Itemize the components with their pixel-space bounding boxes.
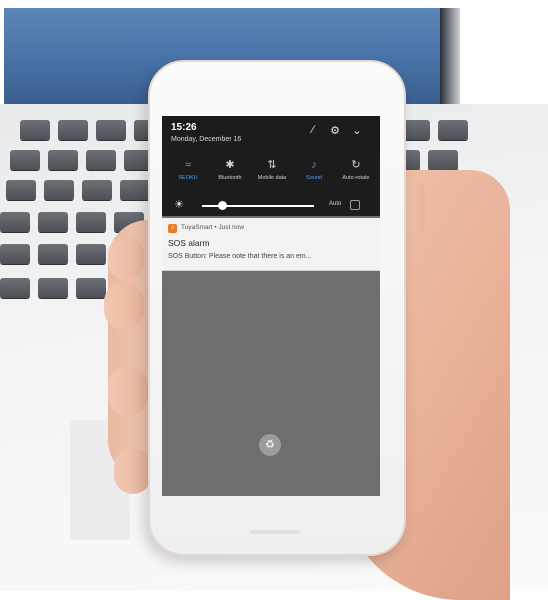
quick-tile-label: Sound: [306, 175, 322, 181]
notification-app-line: TuyaSmart • Just now: [181, 224, 245, 231]
status-date: Monday, December 16: [171, 136, 242, 143]
laptop-hinge: [440, 8, 460, 110]
keyboard-key: [428, 150, 458, 170]
phone-screen: 15:26 Monday, December 16 ∕ ⚙ ⌄ ≈ SEOKU ✱ B…: [162, 116, 380, 496]
keyboard-key: [76, 244, 106, 264]
finger: [108, 236, 144, 280]
status-time: 15:26: [171, 122, 197, 133]
quick-tile-bluetooth[interactable]: ✱ Bluetooth: [210, 158, 250, 181]
wifi-icon: ≈: [184, 159, 192, 171]
keyboard-key: [120, 180, 150, 200]
quick-tile-label: Mobile data: [257, 175, 287, 181]
keyboard-key: [0, 244, 30, 264]
tuyasmart-app-icon: ⌂: [168, 224, 177, 233]
keyboard-key: [48, 150, 78, 170]
keyboard-key: [438, 120, 468, 140]
finger: [104, 282, 144, 330]
brightness-icon: ☀: [174, 199, 184, 211]
auto-brightness-label: Auto: [329, 201, 342, 207]
finger: [108, 366, 148, 416]
brightness-slider-handle[interactable]: [218, 201, 228, 210]
keyboard-key: [86, 150, 116, 170]
settings-icon[interactable]: ⚙: [328, 124, 342, 137]
keyboard-key: [38, 278, 68, 298]
phone-home-indicator: [250, 530, 300, 534]
keyboard-key: [38, 212, 68, 232]
quick-tile-mobile-data[interactable]: ⇅ Mobile data: [252, 158, 292, 181]
collapse-icon[interactable]: ⌄: [350, 124, 364, 137]
brightness-row: ☀ Auto: [162, 198, 380, 214]
keyboard-key: [0, 212, 30, 232]
keyboard-key: [58, 120, 88, 140]
sound-icon: ♪: [311, 159, 317, 171]
keyboard-key: [10, 150, 40, 170]
quick-tile-label: Bluetooth: [218, 175, 242, 181]
clear-all-trash-icon[interactable]: ♻: [259, 434, 281, 456]
finger: [114, 448, 152, 494]
keyboard-key: [44, 180, 74, 200]
keyboard-key: [76, 212, 106, 232]
keyboard-key: [76, 278, 106, 298]
keyboard-key: [0, 278, 30, 298]
notification-body: SOS Button: Please note that there is an…: [168, 253, 312, 260]
keyboard-key: [20, 120, 50, 140]
quick-tile-wifi[interactable]: ≈ SEOKU: [168, 158, 208, 181]
quick-tile-label: Auto-rotate: [342, 175, 370, 181]
edit-icon[interactable]: ∕: [306, 124, 320, 136]
quick-tile-label: SEOKU: [178, 175, 198, 181]
keyboard-key: [96, 120, 126, 140]
notification-title: SOS alarm: [168, 238, 210, 248]
quick-settings: ≈ SEOKU ✱ Bluetooth ⇅ Mobile data ♪ Sound ↻ Auto-…: [162, 158, 380, 194]
mobile-data-icon: ⇅: [267, 159, 277, 171]
notification-card[interactable]: ⌂ TuyaSmart • Just now SOS alarm SOS But…: [162, 218, 380, 271]
quick-tile-sound[interactable]: ♪ Sound: [294, 158, 334, 181]
notification-shade: 15:26 Monday, December 16 ∕ ⚙ ⌄ ≈ SEOKU ✱ B…: [162, 116, 380, 216]
bluetooth-icon: ✱: [225, 159, 235, 171]
auto-rotate-icon: ↻: [351, 159, 361, 171]
keyboard-key: [82, 180, 112, 200]
keyboard-key: [6, 180, 36, 200]
auto-brightness-checkbox[interactable]: [350, 200, 360, 210]
quick-tile-auto-rotate[interactable]: ↻ Auto-rotate: [336, 158, 376, 181]
keyboard-key: [38, 244, 68, 264]
